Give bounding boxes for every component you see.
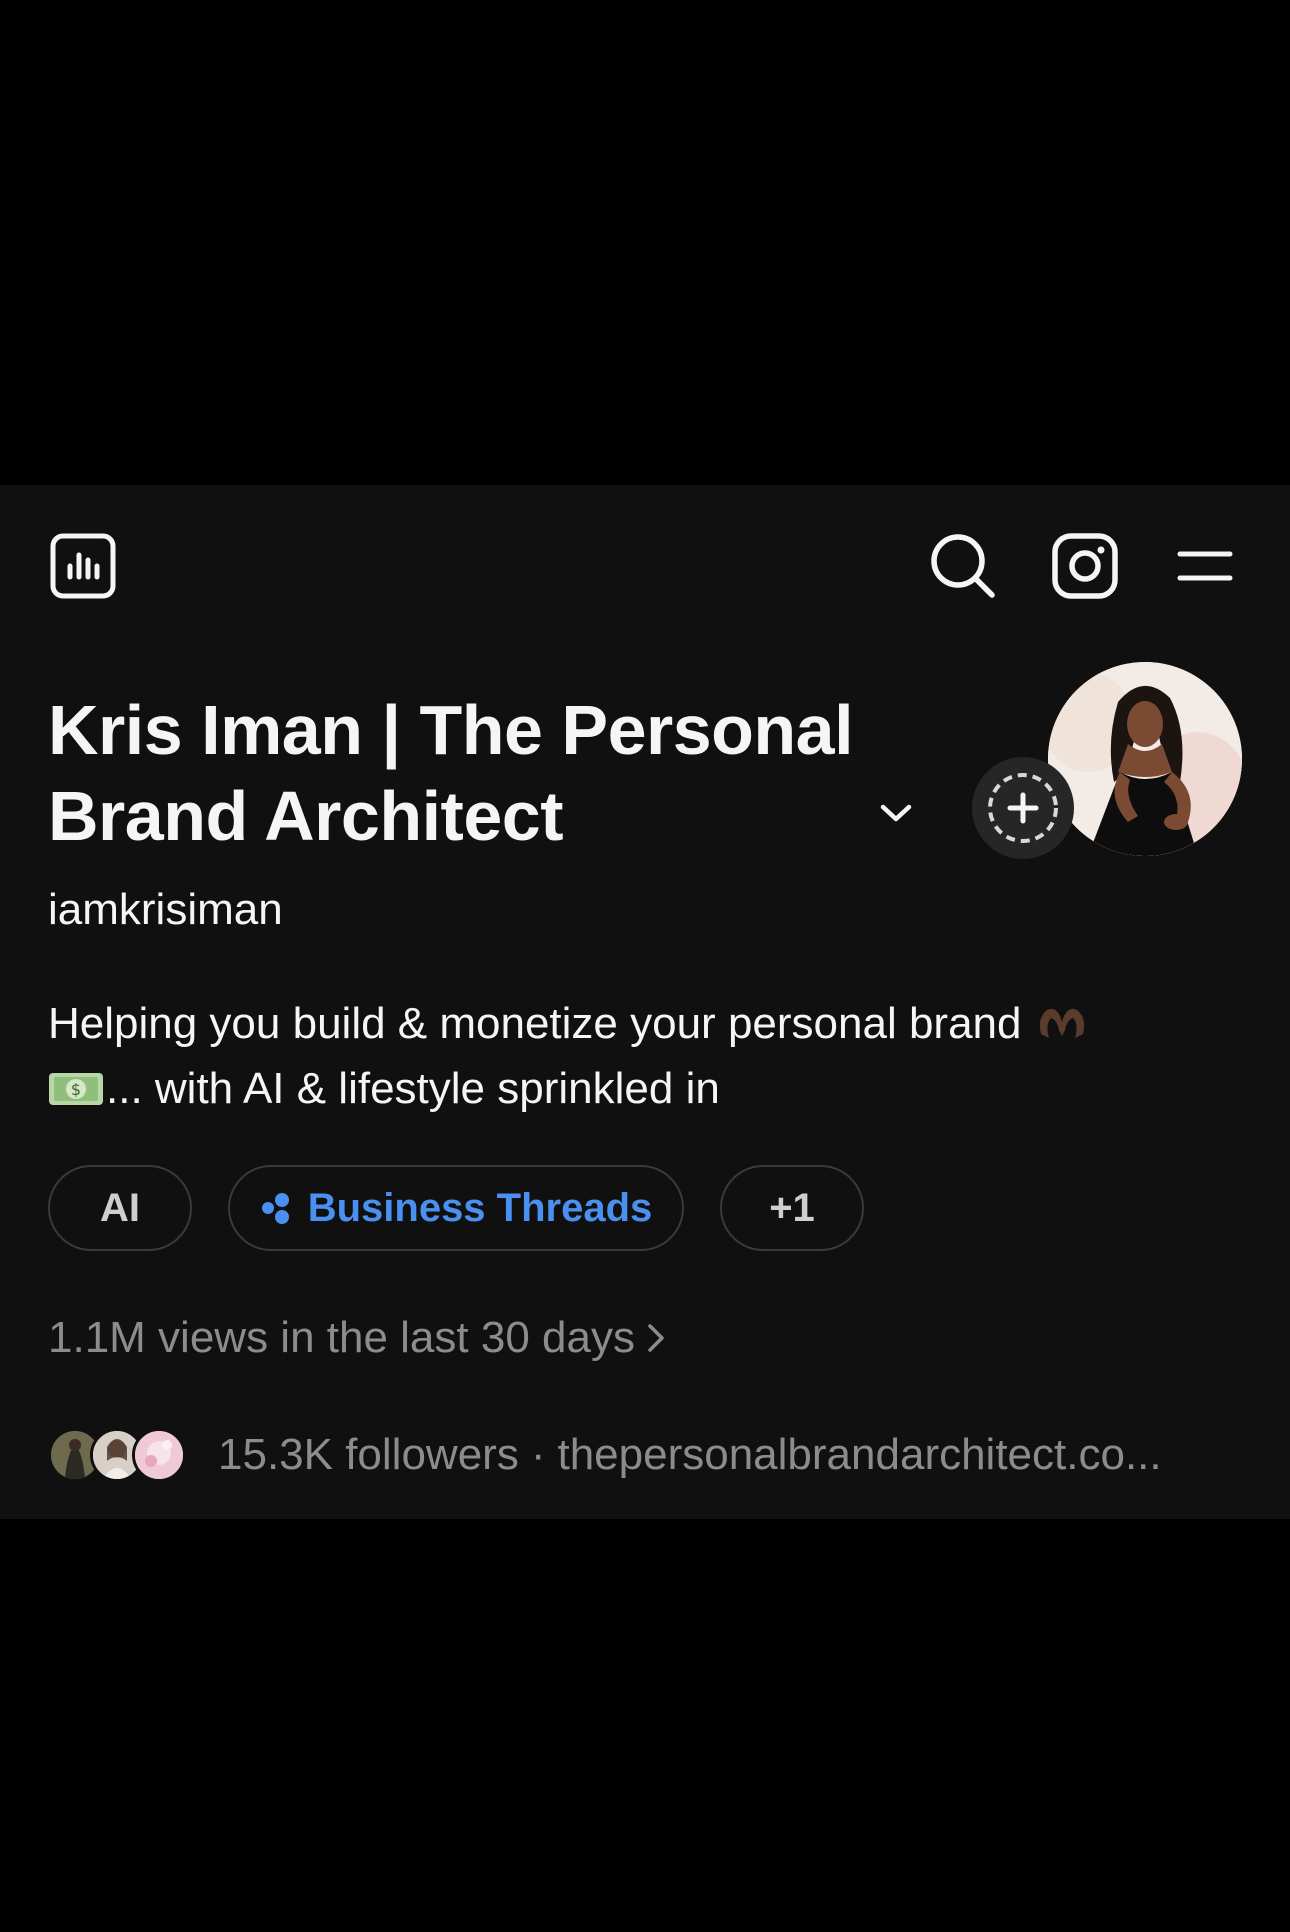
tag-more[interactable]: +1 xyxy=(720,1165,864,1251)
community-icon xyxy=(261,1193,289,1224)
money-emoji-icon: $ xyxy=(49,1073,103,1105)
instagram-icon xyxy=(1052,533,1118,599)
follower-avatars[interactable] xyxy=(48,1428,188,1482)
profile-name: Kris Iman | The Personal Brand Architect xyxy=(48,691,854,855)
profile-card: Kris Iman | The Personal Brand Architect xyxy=(0,485,1290,1519)
search-icon xyxy=(931,534,995,598)
menu-icon xyxy=(1177,551,1233,581)
tag-ai-label: AI xyxy=(100,1185,140,1230)
profile-link[interactable]: thepersonalbrandarchitect.co... xyxy=(557,1430,1161,1479)
add-story-button[interactable] xyxy=(972,757,1074,859)
followers-count[interactable]: 15.3K followers xyxy=(218,1430,519,1479)
insights-button[interactable] xyxy=(48,531,118,601)
search-button[interactable] xyxy=(928,531,998,601)
menu-button[interactable] xyxy=(1170,531,1240,601)
topic-tags: AI Business Threads +1 xyxy=(48,1165,864,1251)
tag-more-label: +1 xyxy=(769,1185,815,1230)
follower-avatar xyxy=(132,1428,186,1482)
views-insights-link[interactable]: 1.1M views in the last 30 days xyxy=(48,1311,665,1365)
bio-text-1: Helping you build & monetize your person… xyxy=(48,999,1022,1048)
views-text: 1.1M views in the last 30 days xyxy=(48,1313,635,1362)
insights-icon xyxy=(50,533,116,599)
tag-business-threads[interactable]: Business Threads xyxy=(228,1165,684,1251)
bio-text-2: ... with AI & lifestyle sprinkled in xyxy=(106,1064,720,1113)
instagram-button[interactable] xyxy=(1050,531,1120,601)
profile-photo xyxy=(1048,662,1242,856)
screen: Kris Iman | The Personal Brand Architect xyxy=(0,0,1290,1932)
add-story-icon xyxy=(988,773,1058,843)
followers-row: 15.3K followers · thepersonalbrandarchitec… xyxy=(48,1425,1162,1485)
bio-line-1: Helping you build & monetize your person… xyxy=(48,991,1198,1056)
tag-business-threads-label: Business Threads xyxy=(307,1185,653,1230)
account-switcher-chevron[interactable] xyxy=(876,793,916,833)
heart-hands-emoji-icon xyxy=(1040,1008,1085,1038)
profile-avatar[interactable] xyxy=(1048,662,1242,856)
bio: Helping you build & monetize your person… xyxy=(48,991,1198,1121)
chevron-down-icon xyxy=(880,804,912,822)
svg-text:$: $ xyxy=(71,1080,81,1099)
username[interactable]: iamkrisiman xyxy=(48,883,283,937)
separator: · xyxy=(530,1430,546,1479)
chevron-right-icon xyxy=(647,1322,665,1354)
followers-and-link: 15.3K followers · thepersonalbrandarchitec… xyxy=(218,1428,1162,1482)
bio-line-2: $ ... with AI & lifestyle sprinkled in xyxy=(48,1056,1198,1121)
tag-ai[interactable]: AI xyxy=(48,1165,192,1251)
